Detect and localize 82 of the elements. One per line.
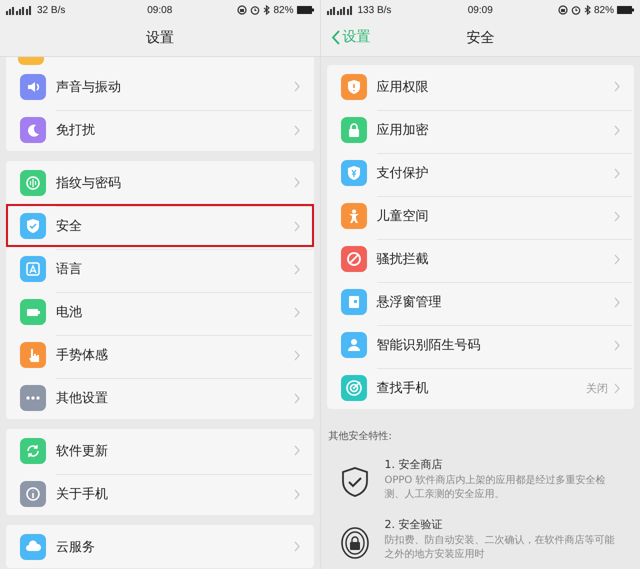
- settings-item[interactable]: 应用加密: [326, 108, 634, 151]
- item-label: 悬浮窗管理: [376, 294, 442, 311]
- settings-item[interactable]: 云服务: [6, 525, 314, 568]
- item-label: 骚扰拦截: [376, 251, 430, 268]
- settings-item[interactable]: 电池: [6, 290, 314, 333]
- alarm-icon: [570, 5, 581, 15]
- settings-item[interactable]: 声音与振动: [6, 65, 314, 108]
- rotation-lock-icon: [237, 5, 248, 15]
- chevron-icon: [294, 220, 300, 232]
- chevron-icon: [614, 124, 620, 136]
- battery-icon: [296, 6, 314, 14]
- settings-item[interactable]: 语言: [6, 247, 314, 290]
- settings-item[interactable]: 指纹与密码: [6, 161, 314, 204]
- chevron-icon: [294, 541, 300, 552]
- item-label: 应用加密: [376, 122, 430, 139]
- item-label: 手势体感: [56, 347, 109, 364]
- feature-title: 1. 安全商店: [384, 457, 444, 472]
- chevron-icon: [294, 445, 300, 456]
- settings-item[interactable]: 儿童空间: [326, 194, 634, 237]
- chevron-icon: [294, 81, 300, 92]
- chevron-icon: [614, 81, 620, 92]
- network-speed: 133 B/s: [358, 4, 392, 16]
- settings-item[interactable]: 骚扰拦截: [326, 237, 634, 280]
- item-label: 应用权限: [376, 78, 430, 96]
- chevron-icon: [294, 392, 300, 404]
- clock: 09:09: [468, 4, 493, 16]
- chevron-icon: [614, 168, 620, 178]
- item-label: 安全: [56, 218, 83, 235]
- chevron-icon: [294, 350, 300, 360]
- item-label: 云服务: [56, 538, 96, 556]
- item-label: 支付保护: [376, 165, 430, 182]
- settings-item[interactable]: 软件更新: [6, 429, 314, 472]
- item-label: 其他设置: [56, 390, 109, 407]
- settings-item[interactable]: 免打扰: [6, 108, 314, 151]
- signal-icon: [326, 6, 354, 14]
- item-label: 智能识别陌生号码: [376, 337, 482, 354]
- item-label: 声音与振动: [56, 78, 122, 96]
- chevron-icon: [294, 177, 300, 188]
- chevron-icon: [614, 296, 620, 308]
- battery-icon: [617, 6, 634, 14]
- clock: 09:08: [147, 4, 172, 16]
- page-title: 设置: [146, 29, 174, 47]
- settings-item[interactable]: 手势体感: [6, 333, 314, 376]
- item-label: 语言: [56, 261, 83, 278]
- network-speed: 32 B/s: [37, 4, 66, 16]
- page-title: 安全: [466, 29, 494, 47]
- item-label: 儿童空间: [376, 208, 430, 225]
- bluetooth-icon: [263, 5, 270, 15]
- feature-description: OPPO 软件商店内上架的应用都是经过多重安全检测、人工亲测的安全应用。: [384, 474, 606, 501]
- settings-item[interactable]: 关于手机: [6, 472, 314, 515]
- battery-level: 82%: [273, 4, 294, 16]
- chevron-icon: [294, 264, 300, 274]
- chevron-icon: [294, 124, 300, 136]
- chevron-icon: [614, 210, 620, 222]
- feature-title: 2. 安全验证: [384, 517, 444, 532]
- back-icon: [330, 30, 340, 44]
- item-value: 关闭: [586, 380, 608, 396]
- chevron-icon: [614, 254, 620, 264]
- item-label: 电池: [56, 304, 83, 321]
- item-label: 关于手机: [56, 486, 109, 503]
- chevron-icon: [294, 488, 300, 500]
- alarm-icon: [250, 5, 260, 15]
- settings-item[interactable]: 应用权限: [326, 65, 634, 108]
- settings-item[interactable]: 悬浮窗管理: [326, 280, 634, 323]
- chevron-icon: [614, 340, 620, 350]
- battery-level: 82%: [594, 4, 614, 16]
- settings-item[interactable]: 支付保护: [326, 151, 634, 194]
- settings-item[interactable]: 查找手机 关闭: [326, 366, 634, 409]
- rotation-lock-icon: [558, 5, 568, 15]
- bluetooth-icon: [584, 5, 591, 15]
- settings-item[interactable]: 安全: [6, 204, 314, 247]
- chevron-icon: [294, 306, 300, 318]
- signal-icon: [6, 6, 34, 14]
- item-label: 指纹与密码: [56, 174, 122, 192]
- settings-item[interactable]: 智能识别陌生号码: [326, 323, 634, 366]
- section-heading: 其他安全特性:: [328, 430, 393, 443]
- item-label: 软件更新: [56, 442, 109, 460]
- item-label: 免打扰: [56, 122, 96, 139]
- settings-item[interactable]: 其他设置: [6, 376, 314, 419]
- item-label: 查找手机: [376, 380, 430, 397]
- chevron-icon: [614, 382, 620, 394]
- feature-description: 防扣费、防自动安装、二次确认，在软件商店等可能之外的地方安装应用时: [384, 534, 616, 561]
